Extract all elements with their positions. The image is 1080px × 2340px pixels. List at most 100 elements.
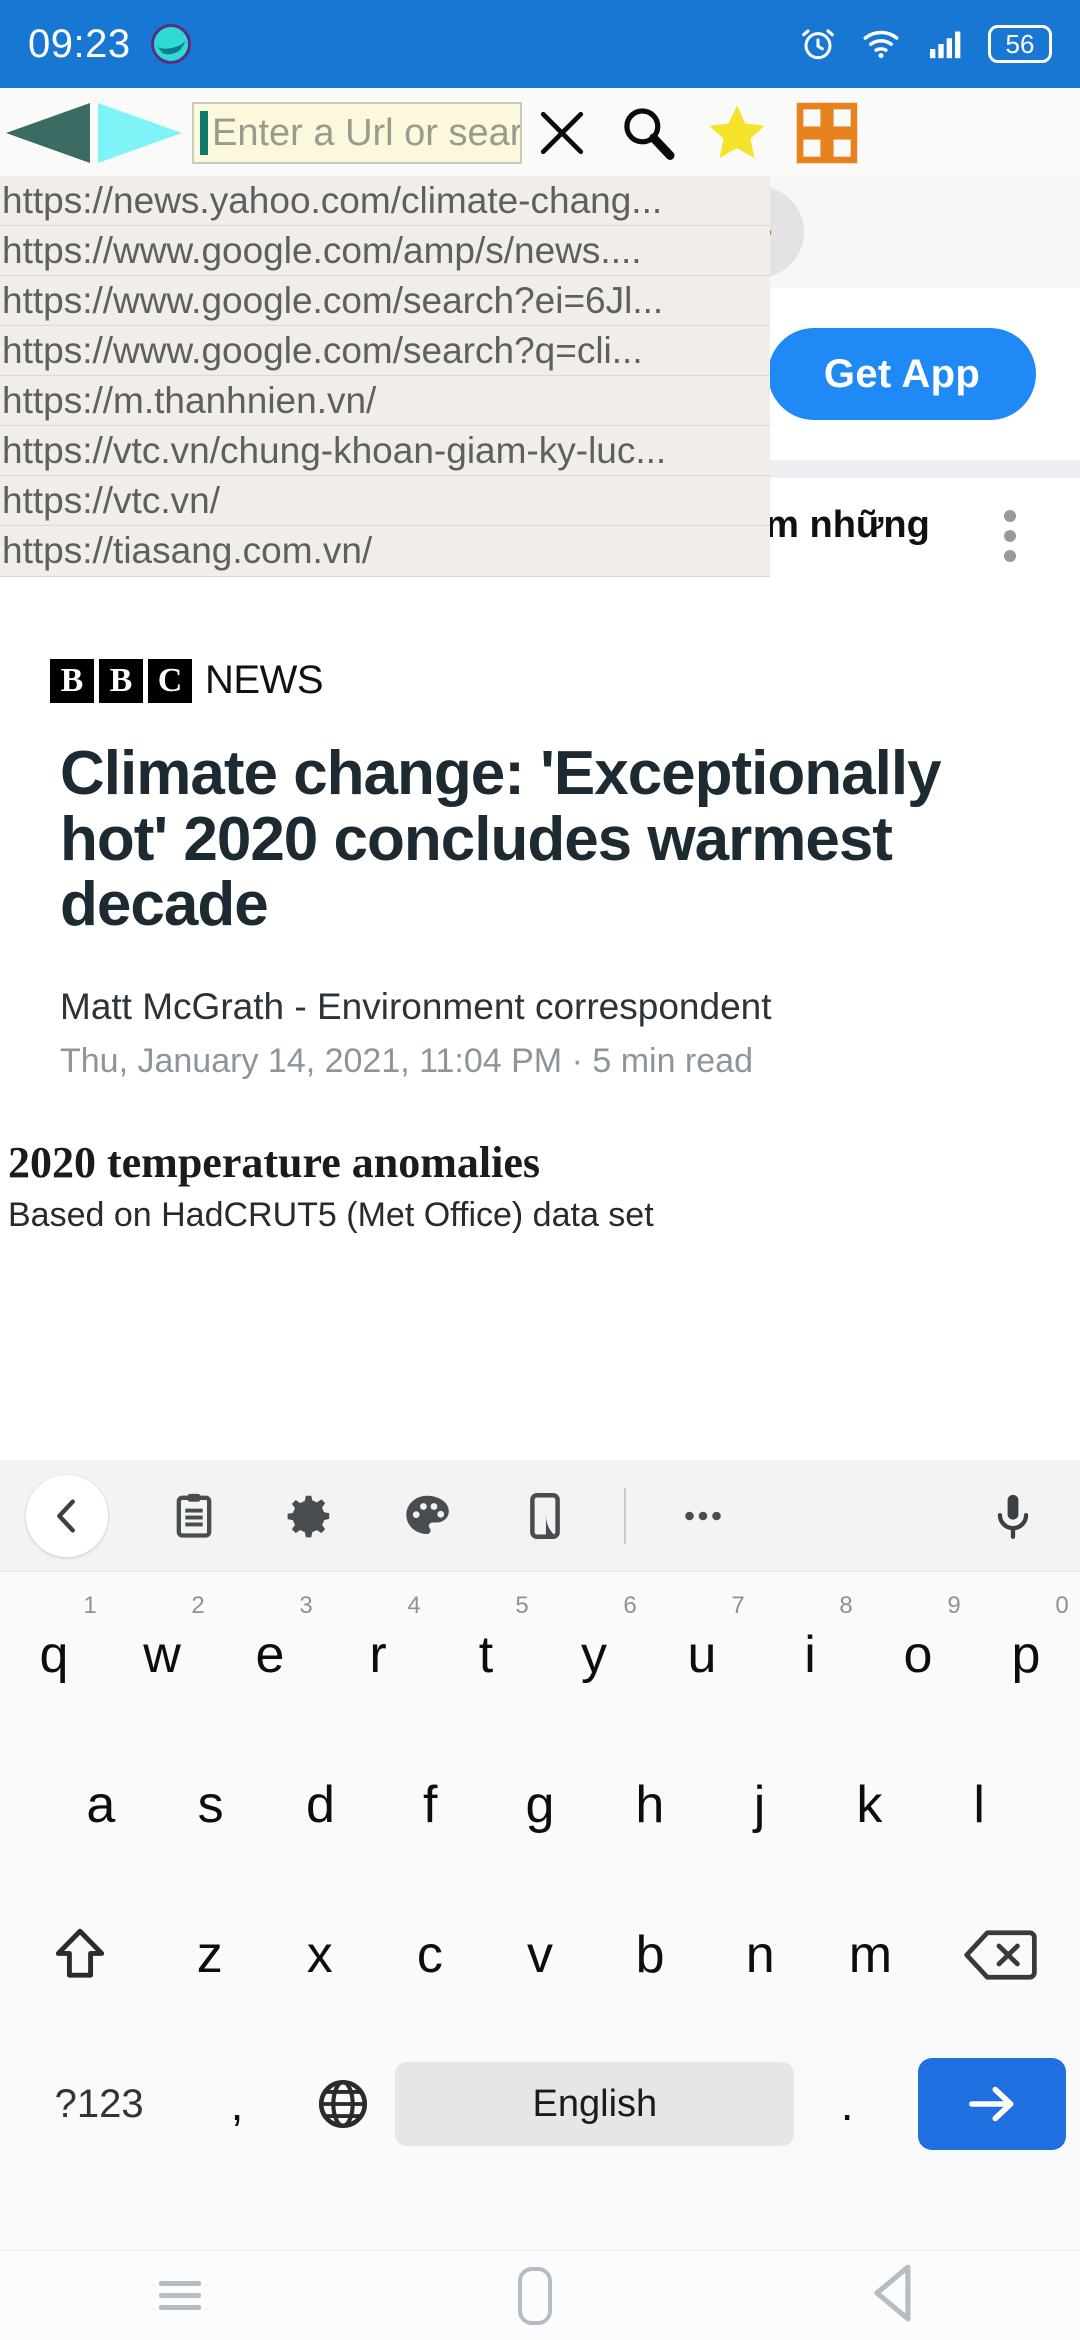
article: B B C NEWS Climate change: 'Exceptionall… <box>0 658 1080 1235</box>
url-suggestion-item[interactable]: https://vtc.vn/chung-khoan-giam-ky-luc..… <box>0 426 770 476</box>
key-alt-number: 6 <box>623 1592 637 1619</box>
more-options-icon[interactable] <box>676 1489 730 1543</box>
key-a[interactable]: a <box>46 1730 156 1880</box>
key-k[interactable]: k <box>814 1730 924 1880</box>
key-e[interactable]: 3e <box>216 1580 324 1730</box>
shift-icon <box>56 1928 105 1978</box>
url-placeholder-text: Enter a Url or search with Goog <box>212 111 522 154</box>
period-key[interactable]: . <box>794 2030 900 2178</box>
url-suggestion-item[interactable]: https://news.yahoo.com/climate-chang... <box>0 176 770 226</box>
alarm-icon <box>802 29 834 60</box>
language-switch-key[interactable] <box>290 2030 396 2178</box>
key-alt-number: 0 <box>1055 1592 1069 1619</box>
one-handed-mode-icon[interactable] <box>518 1489 572 1543</box>
key-f[interactable]: f <box>375 1730 485 1880</box>
key-n[interactable]: n <box>705 1880 815 2030</box>
enter-key[interactable] <box>917 2058 1066 2150</box>
back-chevron-icon[interactable] <box>26 1474 108 1557</box>
home-icon[interactable] <box>517 2266 552 2325</box>
key-j[interactable]: j <box>705 1730 815 1880</box>
key-alt-number: 3 <box>299 1592 313 1619</box>
signal-icon <box>930 31 961 59</box>
forward-arrow-icon[interactable] <box>98 103 182 163</box>
key-b[interactable]: b <box>595 1880 705 2030</box>
key-s[interactable]: s <box>156 1730 266 1880</box>
url-suggestion-item[interactable]: https://tiasang.com.vn/ <box>0 526 770 576</box>
key-alt-number: 7 <box>731 1592 745 1619</box>
tabs-grid-icon[interactable] <box>794 100 860 166</box>
keyboard-row-4: ?123 , English . <box>0 2030 1080 2178</box>
keyboard-row-3: z x c v b n m <box>0 1880 1080 2030</box>
wifi-icon <box>863 30 899 59</box>
url-suggestion-item[interactable]: https://www.google.com/search?q=cli... <box>0 326 770 376</box>
url-input[interactable]: Enter a Url or search with Goog <box>192 102 522 164</box>
app-notification-icon <box>150 24 191 64</box>
card-more-options-icon[interactable] <box>1004 510 1016 562</box>
bbc-news-logo: B B C NEWS <box>50 658 1020 703</box>
clipboard-icon[interactable] <box>168 1490 220 1542</box>
recent-apps-icon[interactable] <box>158 2274 201 2317</box>
key-alt-number: 8 <box>839 1592 853 1619</box>
key-l[interactable]: l <box>924 1730 1034 1880</box>
toolbar-actions <box>532 98 860 168</box>
divider <box>624 1487 626 1544</box>
bbc-logo-block: B <box>50 658 94 703</box>
bookmark-star-icon[interactable] <box>702 98 772 168</box>
settings-gear-icon[interactable] <box>282 1489 336 1543</box>
related-article-card[interactable]: àm những <box>740 478 1050 646</box>
bbc-logo-word: NEWS <box>205 658 324 702</box>
key-v[interactable]: v <box>485 1880 595 2030</box>
key-q[interactable]: 1q <box>0 1580 108 1730</box>
battery-icon: 56 <box>988 25 1052 63</box>
key-g[interactable]: g <box>485 1730 595 1880</box>
key-label: y <box>581 1626 607 1684</box>
url-suggestion-list[interactable]: https://news.yahoo.com/climate-chang... … <box>0 176 770 577</box>
article-byline: Matt McGrath - Environment correspondent <box>60 986 772 1028</box>
key-alt-number: 1 <box>83 1592 97 1619</box>
browser-toolbar: Enter a Url or search with Goog <box>0 88 1080 178</box>
key-d[interactable]: d <box>266 1730 376 1880</box>
bbc-logo-block: B <box>99 658 143 703</box>
space-key[interactable]: English <box>395 2062 795 2146</box>
url-suggestion-item[interactable]: https://m.thanhnien.vn/ <box>0 376 770 426</box>
url-suggestion-item[interactable]: https://vtc.vn/ <box>0 476 770 526</box>
back-icon[interactable] <box>869 2262 921 2329</box>
close-icon[interactable] <box>532 103 592 163</box>
on-screen-keyboard: 1q 2w 3e 4r 5t 6y 7u 8i 9o 0p a s d f g … <box>0 1460 1080 2250</box>
key-label: w <box>143 1626 181 1684</box>
chart-title: 2020 temperature anomalies <box>8 1138 540 1188</box>
shift-key[interactable] <box>6 1880 155 2030</box>
search-icon[interactable] <box>614 100 680 166</box>
key-r[interactable]: 4r <box>324 1580 432 1730</box>
key-label: e <box>255 1626 285 1684</box>
key-z[interactable]: z <box>155 1880 265 2030</box>
key-t[interactable]: 5t <box>432 1580 540 1730</box>
key-c[interactable]: c <box>375 1880 485 2030</box>
status-bar-indicators: 56 <box>798 24 1052 64</box>
key-i[interactable]: 8i <box>756 1580 864 1730</box>
backspace-key[interactable] <box>925 1880 1074 2030</box>
key-w[interactable]: 2w <box>108 1580 216 1730</box>
url-suggestion-item[interactable]: https://www.google.com/search?ei=6Jl... <box>0 276 770 326</box>
key-alt-number: 2 <box>191 1592 205 1619</box>
article-headline: Climate change: 'Exceptionally hot' 2020… <box>60 739 942 940</box>
key-label: o <box>903 1626 933 1684</box>
key-o[interactable]: 9o <box>864 1580 972 1730</box>
key-p[interactable]: 0p <box>972 1580 1080 1730</box>
key-u[interactable]: 7u <box>648 1580 756 1730</box>
status-bar: 09:23 56 <box>0 0 1080 88</box>
comma-key[interactable]: , <box>184 2030 290 2178</box>
url-suggestion-item[interactable]: https://www.google.com/amp/s/news.... <box>0 226 770 276</box>
key-h[interactable]: h <box>595 1730 705 1880</box>
key-alt-number: 4 <box>407 1592 421 1619</box>
key-m[interactable]: m <box>815 1880 925 2030</box>
key-x[interactable]: x <box>265 1880 375 2030</box>
symbols-key[interactable]: ?123 <box>14 2030 184 2178</box>
keyboard-row-2: a s d f g h j k l <box>0 1730 1080 1880</box>
get-app-button[interactable]: Get App <box>768 328 1036 420</box>
theme-palette-icon[interactable] <box>400 1489 454 1543</box>
back-arrow-icon[interactable] <box>6 103 90 163</box>
key-y[interactable]: 6y <box>540 1580 648 1730</box>
microphone-icon[interactable] <box>986 1489 1040 1543</box>
chart-subtitle: Based on HadCRUT5 (Met Office) data set <box>8 1196 654 1235</box>
